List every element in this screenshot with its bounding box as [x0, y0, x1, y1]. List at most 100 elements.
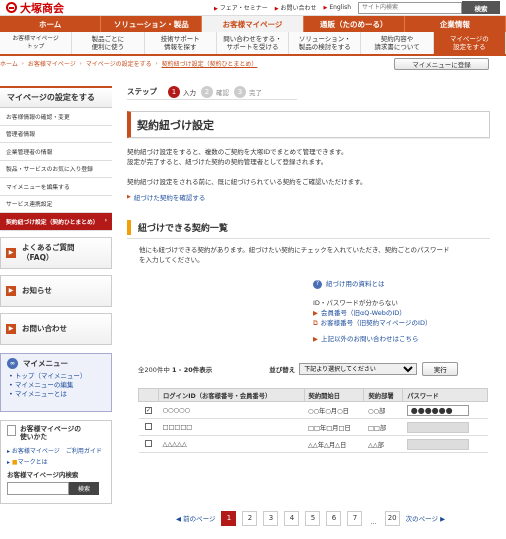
col-check [138, 388, 159, 402]
guide-link-guide[interactable]: ご利用ガイド [66, 446, 102, 455]
crumb-mypage[interactable]: お客様マイページ [28, 59, 76, 68]
section-text: 他にも紐づけできる契約があります。紐づけたい契約にチェックを入れていただき、契約… [139, 246, 450, 264]
brand-name: 大塚商会 [20, 1, 64, 15]
main-content: ステップ 1 入力 2 確認 3 完了 契約紐づけ設定 契約紐づけ設定をすると、複数の… [127, 85, 490, 453]
faq-button[interactable]: ▶ よくあるご質問 （FAQ） [0, 236, 112, 269]
sidebar-item-contract-link[interactable]: 契約紐づけ設定（契約ひとまとめ） › [0, 213, 112, 231]
link-english[interactable]: ▶ English [324, 4, 351, 11]
crumb-settings[interactable]: マイページの設定をする [86, 59, 152, 68]
subnav-settings[interactable]: マイページの 設定をする [433, 32, 506, 54]
page-ellipsis: ... [370, 518, 377, 526]
gnav-company[interactable]: 企業情報 [405, 16, 506, 32]
page-7[interactable]: 7 [347, 510, 363, 526]
page-3[interactable]: 3 [263, 510, 279, 526]
gnav-mypage[interactable]: お客様マイページ [202, 16, 304, 32]
pagination: ◀ 前のページ 1 2 3 4 5 6 7 ... 20 次のページ ▶ [176, 510, 445, 526]
sub-nav: お客様マイページ トップ 製品ごとに 便利に使う 技術サポート 情報を探す 問い合わせ… [0, 32, 506, 56]
subnav-products[interactable]: 製品ごとに 便利に使う [72, 32, 145, 54]
crumb-sep-icon: › [155, 60, 158, 67]
page-5[interactable]: 5 [305, 510, 321, 526]
site-search-button[interactable]: 検索 [462, 1, 500, 14]
page-6[interactable]: 6 [326, 510, 342, 526]
sidebar-item-company-admin[interactable]: 企業管理者の情報 [0, 143, 112, 161]
cell-dept: □□部 [363, 418, 403, 436]
brand-logo[interactable]: 大塚商会 [6, 0, 64, 16]
sidebar-item-service-link[interactable]: サービス連携設定 [0, 196, 112, 213]
steps-label: ステップ [127, 87, 157, 96]
document-icon [7, 424, 16, 436]
col-start-date: 契約開始日 [303, 388, 365, 402]
news-button[interactable]: ▶ お知らせ [0, 274, 112, 307]
row-checkbox[interactable] [145, 439, 152, 447]
run-button[interactable]: 実行 [422, 362, 459, 376]
sidebar: マイページの設定をする お客様情報の確認・変更 管理者情報 企業管理者の情報 製… [0, 86, 112, 504]
link-contact[interactable]: ▶ お問い合わせ [275, 3, 317, 12]
subnav-top[interactable]: お客様マイページ トップ [0, 32, 73, 54]
contract-table: ログインID（お客様番号・会員番号） 契約開始日 契約部署 パスワード ✓ ○○… [138, 388, 488, 453]
sidebar-title: マイページの設定をする [0, 86, 112, 108]
table-row: □□□□□ □□年□月□日 □□部 [138, 418, 488, 436]
cell-dept: △△部 [363, 435, 403, 453]
cell-date: ○○年○月○日 [304, 401, 364, 419]
confirm-linked-link[interactable]: ▶ 紐づけた契約を確認する [127, 192, 490, 202]
sidebar-item-edit-mymenu[interactable]: マイメニューを編集する [0, 178, 112, 196]
cell-date: △△年△月△日 [304, 435, 364, 453]
page-title: 契約紐づけ設定 [127, 111, 490, 138]
list-toolbar: 全200件中 1 - 20件表示 並び替え 下記より選択してください 実行 [127, 362, 490, 376]
password-input[interactable] [406, 438, 469, 450]
prev-page-link[interactable]: ◀ 前のページ [176, 513, 215, 523]
mymenu-link-edit[interactable]: • マイメニューの編集 [7, 381, 105, 390]
col-login-id: ログインID（お客様番号・会員番号） [158, 388, 305, 402]
customer-number-link[interactable]: ⧉ お客様番号（旧契約マイページのID） [313, 318, 490, 328]
cell-id: ○○○○○ [158, 401, 305, 419]
sort-select[interactable]: 下記より選択してください [299, 363, 418, 375]
crumb-home[interactable]: ホーム [0, 59, 18, 68]
page-20[interactable]: 20 [384, 510, 400, 526]
sidebar-item-admin-info[interactable]: 管理者情報 [0, 126, 112, 143]
subnav-solutions[interactable]: ソリューション・ 製品の検討をする [289, 32, 362, 54]
next-page-link[interactable]: 次のページ ▶ [406, 513, 445, 523]
doc-link[interactable]: ? 紐づけ用の資料とは [313, 279, 490, 289]
page-4[interactable]: 4 [284, 510, 300, 526]
password-input[interactable]: ●●●●●● [406, 404, 469, 416]
arrow-right-icon: ▶ [6, 323, 16, 334]
add-to-mymenu-button[interactable]: マイメニューに登録 [394, 58, 489, 70]
cell-id: △△△△△ [158, 435, 305, 453]
crumb-sep-icon: › [79, 60, 82, 67]
site-search-input[interactable] [358, 1, 462, 14]
other-inquiry-link[interactable]: ▶ 上記以外のお問い合わせはこちら [313, 334, 490, 344]
arrow-right-icon: ▶ [127, 194, 131, 200]
gnav-solutions[interactable]: ソリューション・製品 [101, 16, 203, 32]
gnav-tanomail[interactable]: 通販（たのめーる） [304, 16, 405, 32]
gnav-home[interactable]: ホーム [0, 16, 102, 32]
sidebar-item-customer-info[interactable]: お客様情報の確認・変更 [0, 108, 112, 126]
contact-button[interactable]: ▶ お問い合わせ [0, 312, 112, 345]
guide-link-mark[interactable]: ▸ ■マークとは [7, 459, 48, 466]
row-checkbox[interactable] [145, 422, 152, 430]
question-icon: ? [313, 279, 322, 289]
mymenu-link-top[interactable]: • トップ（マイメニュー） [7, 372, 105, 381]
step-confirm: 2 確認 [201, 85, 229, 98]
guide-link-mypage[interactable]: ▸ お客様マイページ [7, 446, 60, 455]
chevron-right-icon: › [104, 218, 107, 225]
top-bar: 大塚商会 ▶ フェア・セミナー ▶ お問い合わせ ▶ English 検索 [0, 0, 506, 16]
page-1[interactable]: 1 [221, 510, 237, 526]
password-input[interactable] [406, 421, 469, 433]
mymenu-link-about[interactable]: • マイメニューとは [7, 390, 105, 399]
page-2[interactable]: 2 [242, 510, 258, 526]
crumb-sep-icon: › [21, 60, 24, 67]
subnav-contracts[interactable]: 契約内容や 請求書について [361, 32, 434, 54]
help-links: ? 紐づけ用の資料とは ID・パスワードが分からない ▶ 会員番号（旧αQ-Webの… [313, 279, 490, 344]
member-number-link[interactable]: ▶ 会員番号（旧αQ-WebのID） [313, 308, 490, 318]
table-row: ✓ ○○○○○ ○○年○月○日 ○○部 ●●●●●● [138, 401, 488, 419]
row-checkbox[interactable]: ✓ [145, 406, 152, 414]
subnav-support[interactable]: 技術サポート 情報を探す [145, 32, 217, 54]
subnav-inquiry[interactable]: 問い合わせをする・ サポートを受ける [217, 32, 290, 54]
link-fair[interactable]: ▶ フェア・セミナー [214, 3, 268, 12]
cell-dept: ○○部 [363, 401, 403, 419]
mypage-search-input[interactable] [7, 481, 69, 495]
sidebar-item-favorites[interactable]: 製品・サービスのお気に入り登録 [0, 161, 112, 178]
col-department: 契約部署 [363, 388, 404, 402]
site-search: 検索 [358, 1, 500, 14]
mypage-search-button[interactable]: 検索 [69, 481, 99, 495]
